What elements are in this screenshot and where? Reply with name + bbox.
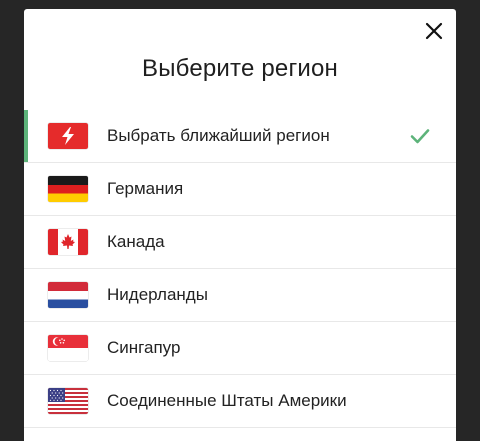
region-label: Канада [107,232,165,251]
close-icon [425,22,443,40]
region-label: Нидерланды [107,285,208,304]
close-button[interactable] [424,21,444,41]
flag-canada-icon [48,229,88,255]
flag-usa-icon [48,388,88,414]
flag-singapore-icon [48,335,88,361]
region-item-canada[interactable]: Канада [24,216,456,269]
region-label: Сингапур [107,338,181,357]
region-label: Соединенные Штаты Америки [107,391,347,410]
region-dialog: Выберите регион Выбрать ближайший регион [24,9,456,441]
lightning-icon [48,123,88,149]
checkmark-icon [410,129,430,144]
region-item-netherlands[interactable]: Нидерланды [24,269,456,322]
region-item-singapore[interactable]: Сингапур [24,322,456,375]
region-item-nearest[interactable]: Выбрать ближайший регион [24,110,456,163]
region-item-germany[interactable]: Германия [24,163,456,216]
region-item-usa[interactable]: Соединенные Штаты Америки [24,375,456,428]
region-list: Выбрать ближайший регион Германия Канада… [24,110,456,428]
dialog-title: Выберите регион [141,55,339,82]
flag-germany-icon [48,176,88,202]
region-label: Выбрать ближайший регион [107,126,330,145]
region-label: Германия [107,179,184,198]
flag-netherlands-icon [48,282,88,308]
